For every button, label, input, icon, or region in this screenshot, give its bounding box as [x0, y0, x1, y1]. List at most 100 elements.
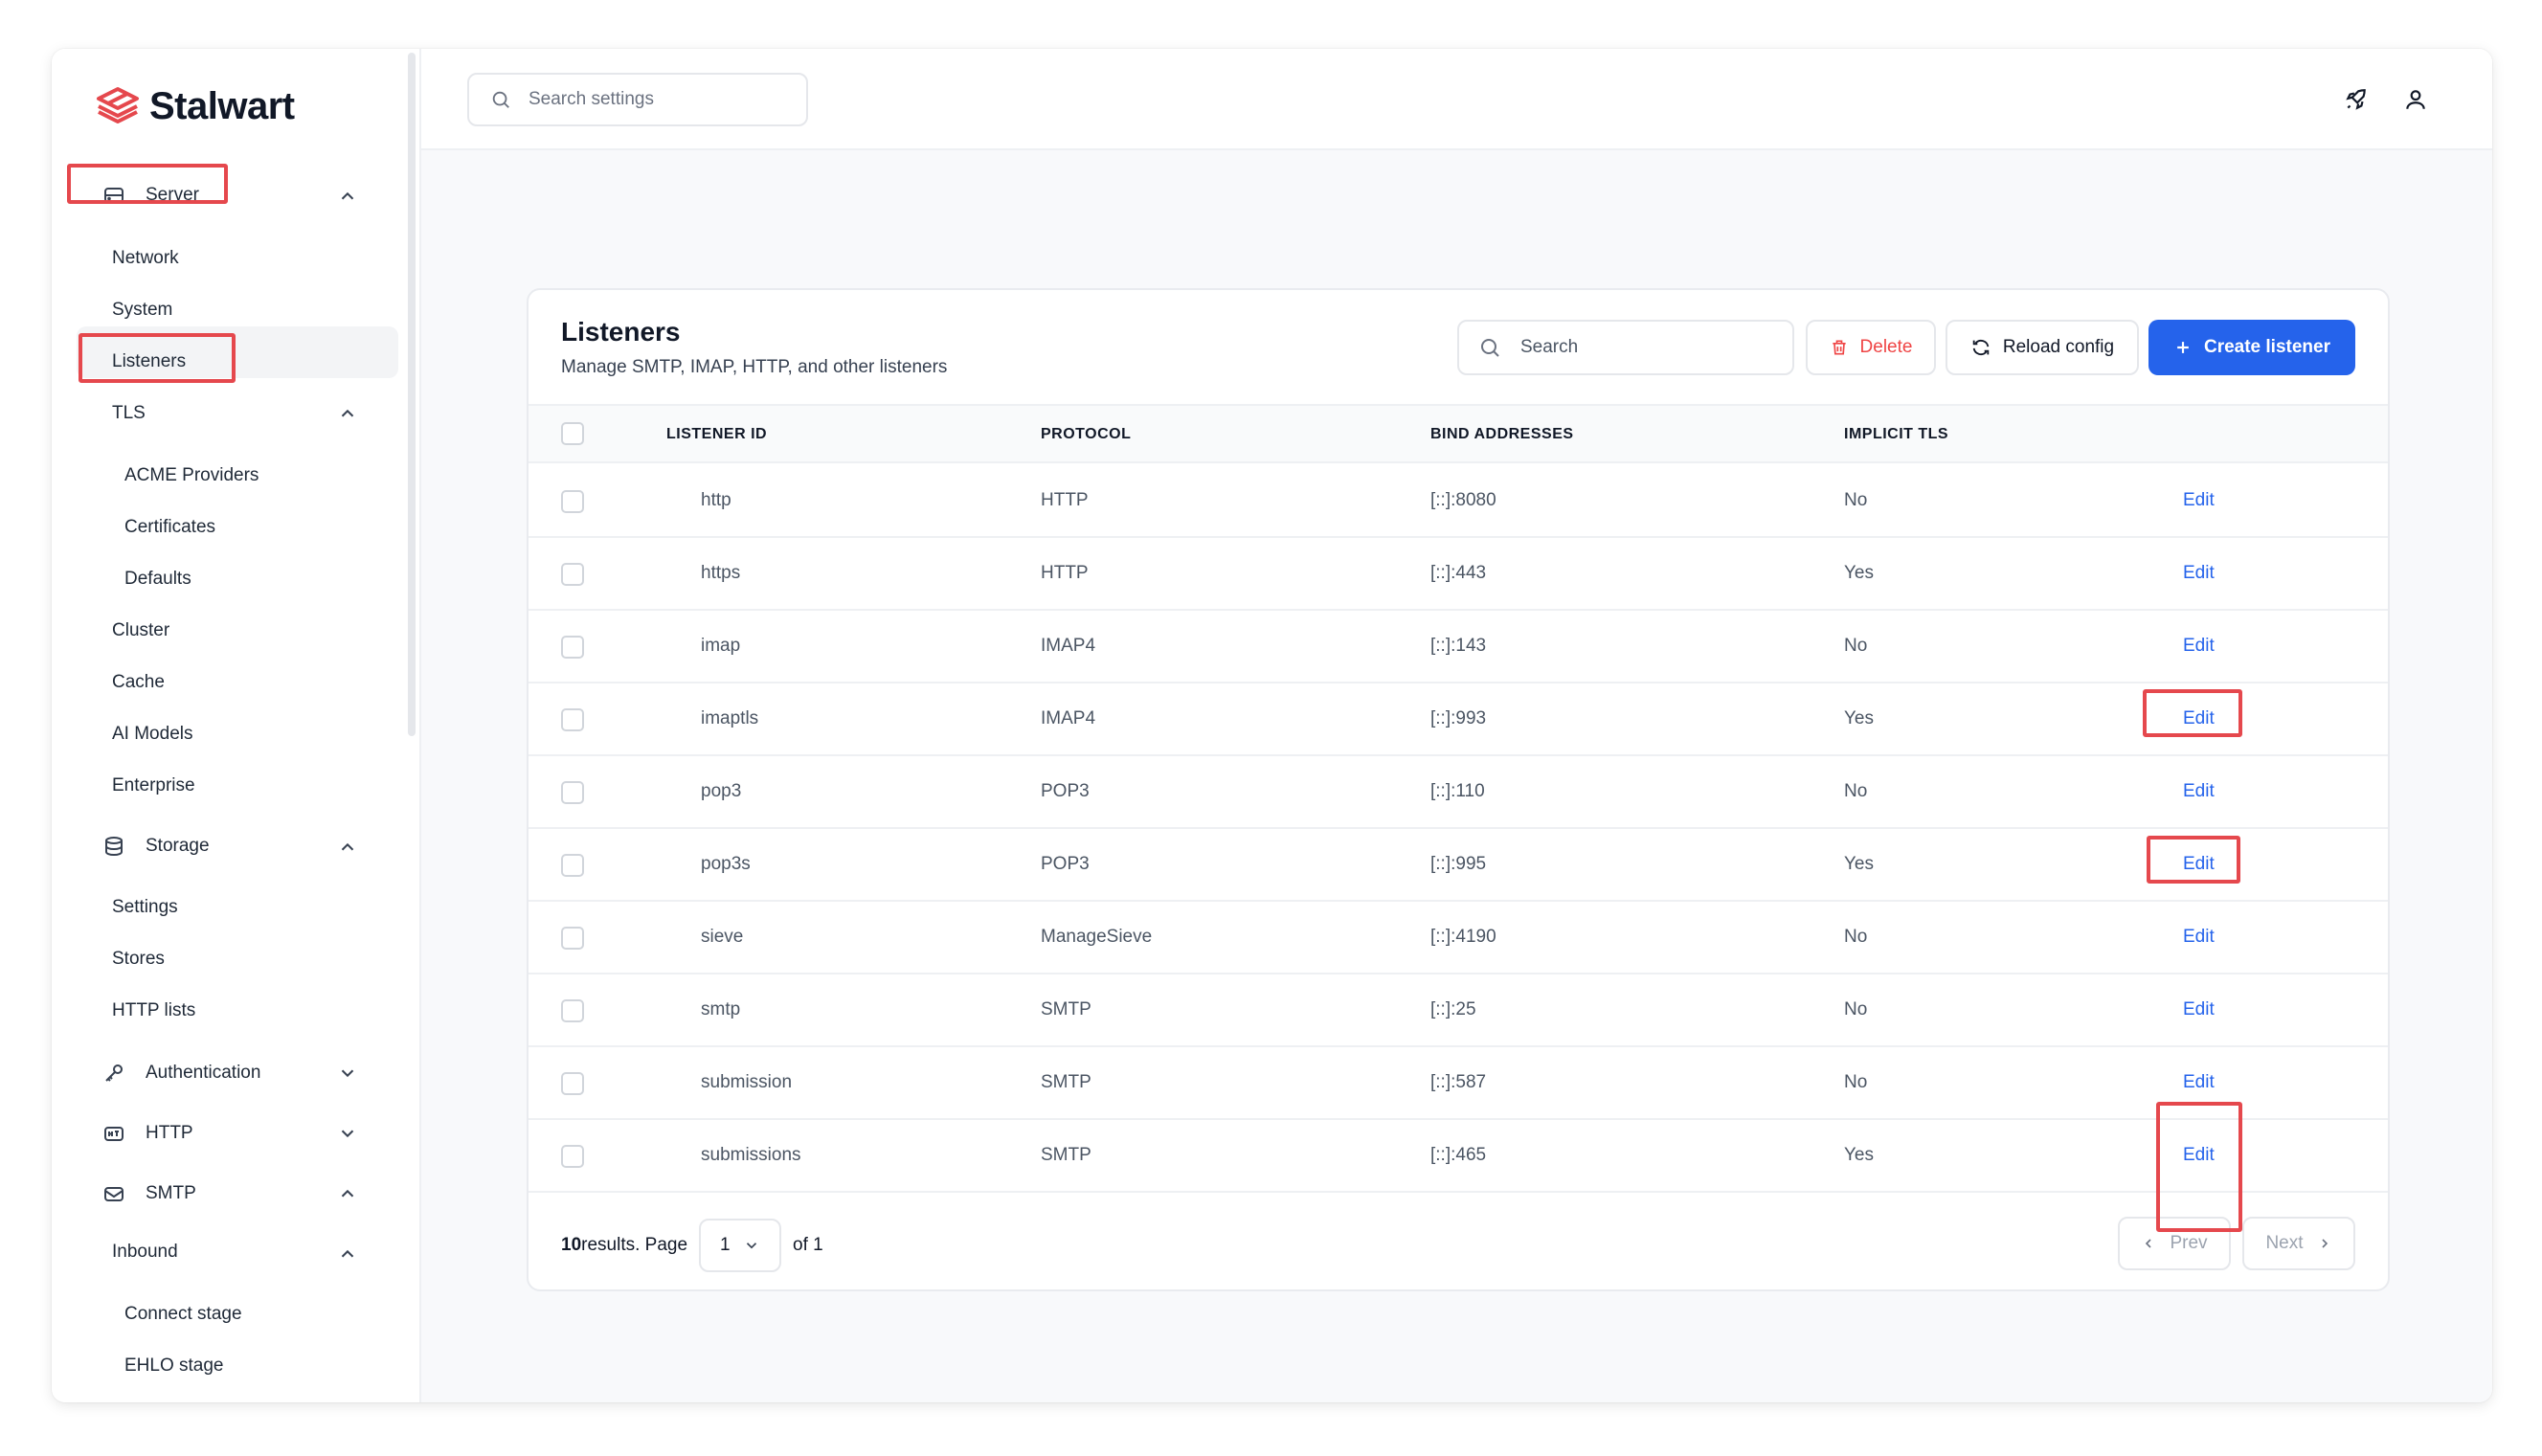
cell-protocol: POP3 [1041, 854, 1090, 874]
sidebar-item-tls[interactable]: TLS [112, 403, 146, 424]
sidebar-item-ai-models[interactable]: AI Models [112, 724, 192, 745]
table-row: pop3 POP3 [::]:110 No Edit [529, 756, 2388, 829]
table-search-placeholder: Search [1520, 337, 1579, 357]
sidebar-item-inbound[interactable]: Inbound [112, 1242, 178, 1263]
chevron-up-icon[interactable] [337, 837, 358, 858]
cell-bind-address: [::]:587 [1430, 1072, 1487, 1092]
table-row: submission SMTP [::]:587 No Edit [529, 1047, 2388, 1120]
search-icon [1481, 339, 1499, 357]
row-checkbox[interactable] [561, 999, 584, 1022]
edit-link[interactable]: Edit [2183, 708, 2215, 729]
nav-storage[interactable]: Storage [101, 834, 210, 859]
sidebar-item-connect-stage[interactable]: Connect stage [124, 1304, 242, 1325]
row-checkbox[interactable] [561, 854, 584, 877]
sidebar-item-label: Enterprise [112, 775, 195, 795]
edit-link[interactable]: Edit [2183, 636, 2215, 657]
next-label: Next [2265, 1233, 2304, 1253]
chevron-up-icon[interactable] [337, 1183, 358, 1204]
main-content: Search settings Listeners Manage SMTP, I… [421, 49, 2492, 1402]
row-checkbox[interactable] [561, 708, 584, 731]
column-header-listener-id[interactable]: LISTENER ID [666, 426, 767, 443]
row-checkbox[interactable] [561, 636, 584, 659]
app-window: Stalwart Server Network System Listeners… [52, 49, 2492, 1402]
chevron-up-icon[interactable] [337, 403, 358, 424]
sidebar-item-label: Network [112, 248, 179, 268]
server-icon [101, 183, 126, 208]
edit-link[interactable]: Edit [2183, 854, 2215, 875]
sidebar-item-label: Defaults [124, 569, 191, 589]
nav-server[interactable]: Server [101, 183, 199, 208]
edit-link[interactable]: Edit [2183, 999, 2215, 1020]
cell-protocol: SMTP [1041, 1072, 1091, 1092]
sidebar-item-listeners[interactable]: Listeners [112, 351, 186, 372]
sidebar-item-stores[interactable]: Stores [112, 949, 165, 970]
table-row: smtp SMTP [::]:25 No Edit [529, 974, 2388, 1047]
sidebar-item-certificates[interactable]: Certificates [124, 517, 215, 538]
edit-link[interactable]: Edit [2183, 1072, 2215, 1093]
edit-link[interactable]: Edit [2183, 490, 2215, 511]
plus-icon [2177, 342, 2189, 353]
trash-icon [1832, 340, 1846, 355]
edit-link[interactable]: Edit [2183, 927, 2215, 948]
column-header-protocol[interactable]: PROTOCOL [1041, 426, 1131, 443]
row-checkbox[interactable] [561, 563, 584, 586]
cell-listener-id: imap [701, 636, 741, 656]
logo[interactable]: Stalwart [96, 85, 295, 128]
row-checkbox[interactable] [561, 490, 584, 513]
sidebar-item-label: HTTP lists [112, 1000, 196, 1020]
table-header: LISTENER ID PROTOCOL BIND ADDRESSES IMPL… [529, 404, 2388, 463]
table-search-input[interactable]: Search [1457, 320, 1794, 375]
reload-config-button[interactable]: Reload config [1946, 320, 2139, 375]
edit-link[interactable]: Edit [2183, 1145, 2215, 1166]
chevron-down-icon[interactable] [337, 1063, 358, 1084]
row-checkbox[interactable] [561, 1072, 584, 1095]
user-icon[interactable] [2401, 85, 2430, 114]
chevron-up-icon[interactable] [337, 186, 358, 207]
sidebar-item-label: Settings [112, 897, 178, 917]
http-icon [101, 1121, 126, 1146]
column-header-bind-addresses[interactable]: BIND ADDRESSES [1430, 426, 1574, 443]
delete-button[interactable]: Delete [1806, 320, 1936, 375]
row-checkbox[interactable] [561, 1145, 584, 1168]
result-count: 10 [561, 1235, 582, 1255]
edit-link[interactable]: Edit [2183, 781, 2215, 802]
prev-page-button[interactable]: Prev [2118, 1217, 2231, 1270]
database-icon [101, 834, 126, 859]
sidebar-item-acme-providers[interactable]: ACME Providers [124, 465, 259, 486]
search-icon [492, 91, 509, 108]
sidebar-item-enterprise[interactable]: Enterprise [112, 775, 195, 796]
sidebar-item-defaults[interactable]: Defaults [124, 569, 191, 590]
create-listener-button[interactable]: Create listener [2148, 320, 2355, 375]
nav-server-label: Server [146, 185, 199, 205]
page-select[interactable]: 1 [699, 1219, 782, 1272]
sidebar-item-ehlo-stage[interactable]: EHLO stage [124, 1355, 224, 1377]
sidebar-item-http-lists[interactable]: HTTP lists [112, 1000, 195, 1021]
nav-smtp[interactable]: SMTP [101, 1181, 196, 1206]
sidebar-item-storage-settings[interactable]: Settings [112, 897, 178, 918]
sidebar-item-label: Cache [112, 672, 165, 692]
nav-http[interactable]: HTTP [101, 1121, 193, 1146]
sidebar-item-network[interactable]: Network [112, 248, 179, 269]
search-settings-input[interactable]: Search settings [467, 73, 808, 126]
row-checkbox[interactable] [561, 781, 584, 804]
sidebar-scrollbar[interactable] [408, 53, 416, 736]
cell-implicit-tls: Yes [1844, 854, 1874, 874]
table-row: imap IMAP4 [::]:143 No Edit [529, 611, 2388, 683]
edit-link[interactable]: Edit [2183, 563, 2215, 584]
select-all-checkbox[interactable] [561, 422, 584, 445]
table-row: https HTTP [::]:443 Yes Edit [529, 538, 2388, 611]
stalwart-logo-icon [96, 85, 140, 128]
refresh-icon [1972, 339, 1990, 356]
table-row: submissions SMTP [::]:465 Yes Edit [529, 1120, 2388, 1193]
row-checkbox[interactable] [561, 927, 584, 950]
key-icon [101, 1061, 126, 1086]
sidebar-item-cluster[interactable]: Cluster [112, 620, 169, 641]
column-header-implicit-tls[interactable]: IMPLICIT TLS [1844, 426, 1948, 443]
sidebar-item-system[interactable]: System [112, 300, 172, 321]
chevron-down-icon[interactable] [337, 1123, 358, 1144]
next-page-button[interactable]: Next [2242, 1217, 2355, 1270]
chevron-up-icon[interactable] [337, 1243, 358, 1265]
rocket-icon[interactable] [2342, 85, 2371, 114]
nav-authentication[interactable]: Authentication [101, 1061, 260, 1086]
sidebar-item-cache[interactable]: Cache [112, 672, 165, 693]
